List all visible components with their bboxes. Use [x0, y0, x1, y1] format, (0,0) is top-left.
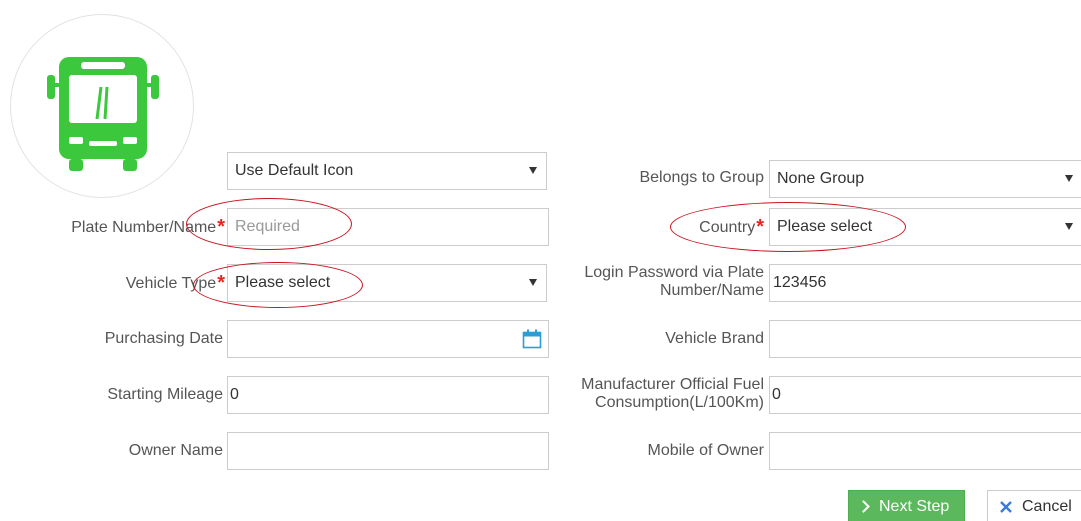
mobile-owner-input[interactable] [769, 432, 1081, 470]
group-select-value: None Group [777, 170, 865, 187]
plate-number-placeholder: Required [235, 218, 300, 235]
chevron-down-icon [529, 167, 537, 174]
chevron-down-icon [1065, 175, 1073, 182]
login-password-value: 123456 [773, 274, 827, 291]
calendar-icon[interactable] [522, 329, 542, 349]
country-label: Country* [699, 216, 764, 238]
chevron-down-icon [1065, 223, 1073, 230]
fuel-consumption-input[interactable]: 0 [769, 376, 1081, 414]
fuel-consumption-value: 0 [772, 386, 781, 403]
owner-name-label: Owner Name [128, 442, 223, 459]
vehicle-type-value: Please select [235, 274, 331, 291]
starting-mileage-input[interactable]: 0 [227, 376, 549, 414]
next-step-label: Next Step [879, 498, 950, 515]
icon-select-value: Use Default Icon [235, 162, 354, 179]
vehicle-brand-label: Vehicle Brand [665, 330, 764, 347]
starting-mileage-label: Starting Mileage [107, 386, 223, 403]
starting-mileage-value: 0 [230, 386, 239, 403]
close-icon [1000, 501, 1012, 513]
required-marker: * [756, 216, 764, 238]
country-select-value: Please select [777, 218, 873, 235]
required-marker: * [217, 272, 225, 294]
vehicle-icon-preview [10, 14, 194, 198]
login-password-input[interactable]: 123456 [769, 264, 1081, 302]
bus-icon [47, 57, 159, 171]
login-password-label: Login Password via Plate Number/Name [584, 264, 764, 299]
chevron-down-icon [529, 279, 537, 286]
owner-name-input[interactable] [227, 432, 549, 470]
vehicle-brand-input[interactable] [769, 320, 1081, 358]
cancel-button[interactable]: Cancel [987, 490, 1081, 521]
group-select[interactable]: None Group [769, 160, 1081, 198]
plate-number-label: Plate Number/Name* [71, 216, 225, 238]
group-label: Belongs to Group [639, 169, 764, 186]
next-step-button[interactable]: Next Step [848, 490, 965, 521]
icon-select[interactable]: Use Default Icon [227, 152, 547, 190]
fuel-consumption-label: Manufacturer Official Fuel Consumption(L… [581, 376, 764, 411]
required-marker: * [217, 216, 225, 238]
purchasing-date-label: Purchasing Date [104, 330, 223, 347]
cancel-label: Cancel [1022, 498, 1072, 515]
mobile-owner-label: Mobile of Owner [647, 442, 765, 459]
vehicle-type-select[interactable]: Please select [227, 264, 547, 302]
chevron-right-icon [857, 500, 870, 513]
country-select[interactable]: Please select [769, 208, 1081, 246]
plate-number-input[interactable]: Required [227, 208, 549, 246]
purchasing-date-input[interactable] [227, 320, 549, 358]
vehicle-type-label: Vehicle Type* [125, 272, 225, 294]
